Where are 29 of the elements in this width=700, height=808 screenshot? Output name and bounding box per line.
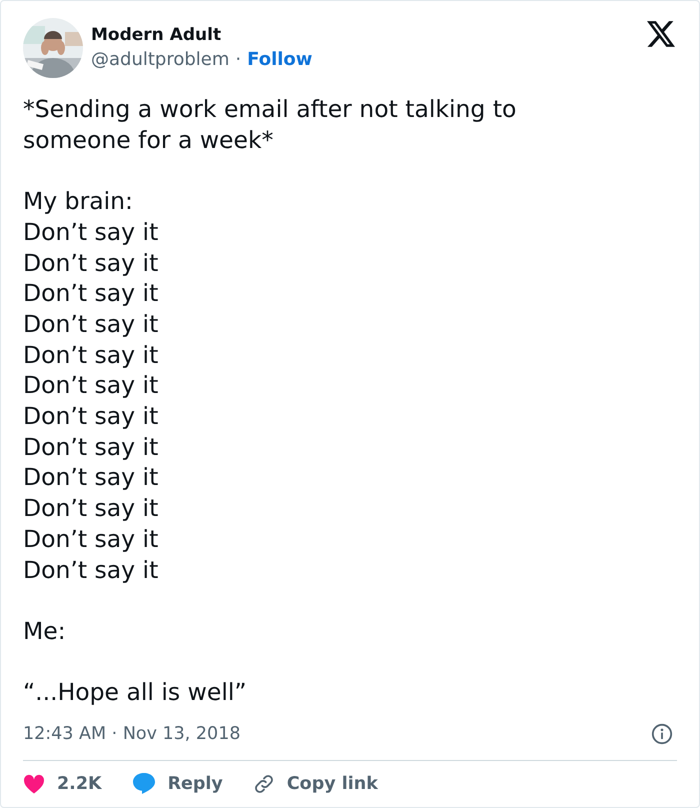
tweet-text: Me: bbox=[23, 616, 67, 647]
info-icon[interactable] bbox=[651, 722, 673, 745]
x-logo-icon bbox=[647, 21, 675, 47]
tweet-text: Don’t say it bbox=[23, 401, 160, 432]
reply-button[interactable]: Reply bbox=[132, 772, 223, 796]
separator-dot: · bbox=[235, 48, 242, 72]
speech-bubble-icon bbox=[132, 772, 156, 796]
tweet-text: Don’t say it bbox=[23, 278, 160, 309]
tweet-text: Don’t say it bbox=[23, 432, 160, 462]
tweet-text: Don’t say it bbox=[23, 493, 160, 524]
tweet-text: Don’t say it bbox=[23, 524, 160, 555]
timestamp: 12:43 AM · Nov 13, 2018 bbox=[23, 724, 242, 744]
tweet-text: Don’t say it bbox=[23, 462, 160, 494]
tweet-text: Don’t say it bbox=[23, 248, 160, 278]
link-icon bbox=[252, 772, 275, 795]
author-name: Modern Adult bbox=[91, 24, 222, 47]
tweet-text: *Sending a work email after not talking to someone for a week* bbox=[23, 94, 518, 156]
tweet-text: Don’t say it bbox=[23, 340, 160, 370]
copy-button[interactable]: Copy link bbox=[252, 772, 378, 795]
author-handle: @adultproblem bbox=[91, 48, 230, 72]
tweet-text: Don’t say it bbox=[23, 370, 160, 402]
tweet-text: “...Hope all is well” bbox=[23, 677, 248, 708]
heart-icon bbox=[23, 774, 45, 794]
follow-link[interactable]: Follow bbox=[247, 47, 312, 73]
tweet-text: Don’t say it bbox=[23, 554, 160, 586]
like-button[interactable]: 2.2K bbox=[23, 774, 102, 794]
tweet-text: Don’t say it bbox=[23, 216, 160, 248]
tweet-text: My brain: bbox=[23, 186, 134, 217]
tweet-text: Don’t say it bbox=[23, 308, 160, 340]
